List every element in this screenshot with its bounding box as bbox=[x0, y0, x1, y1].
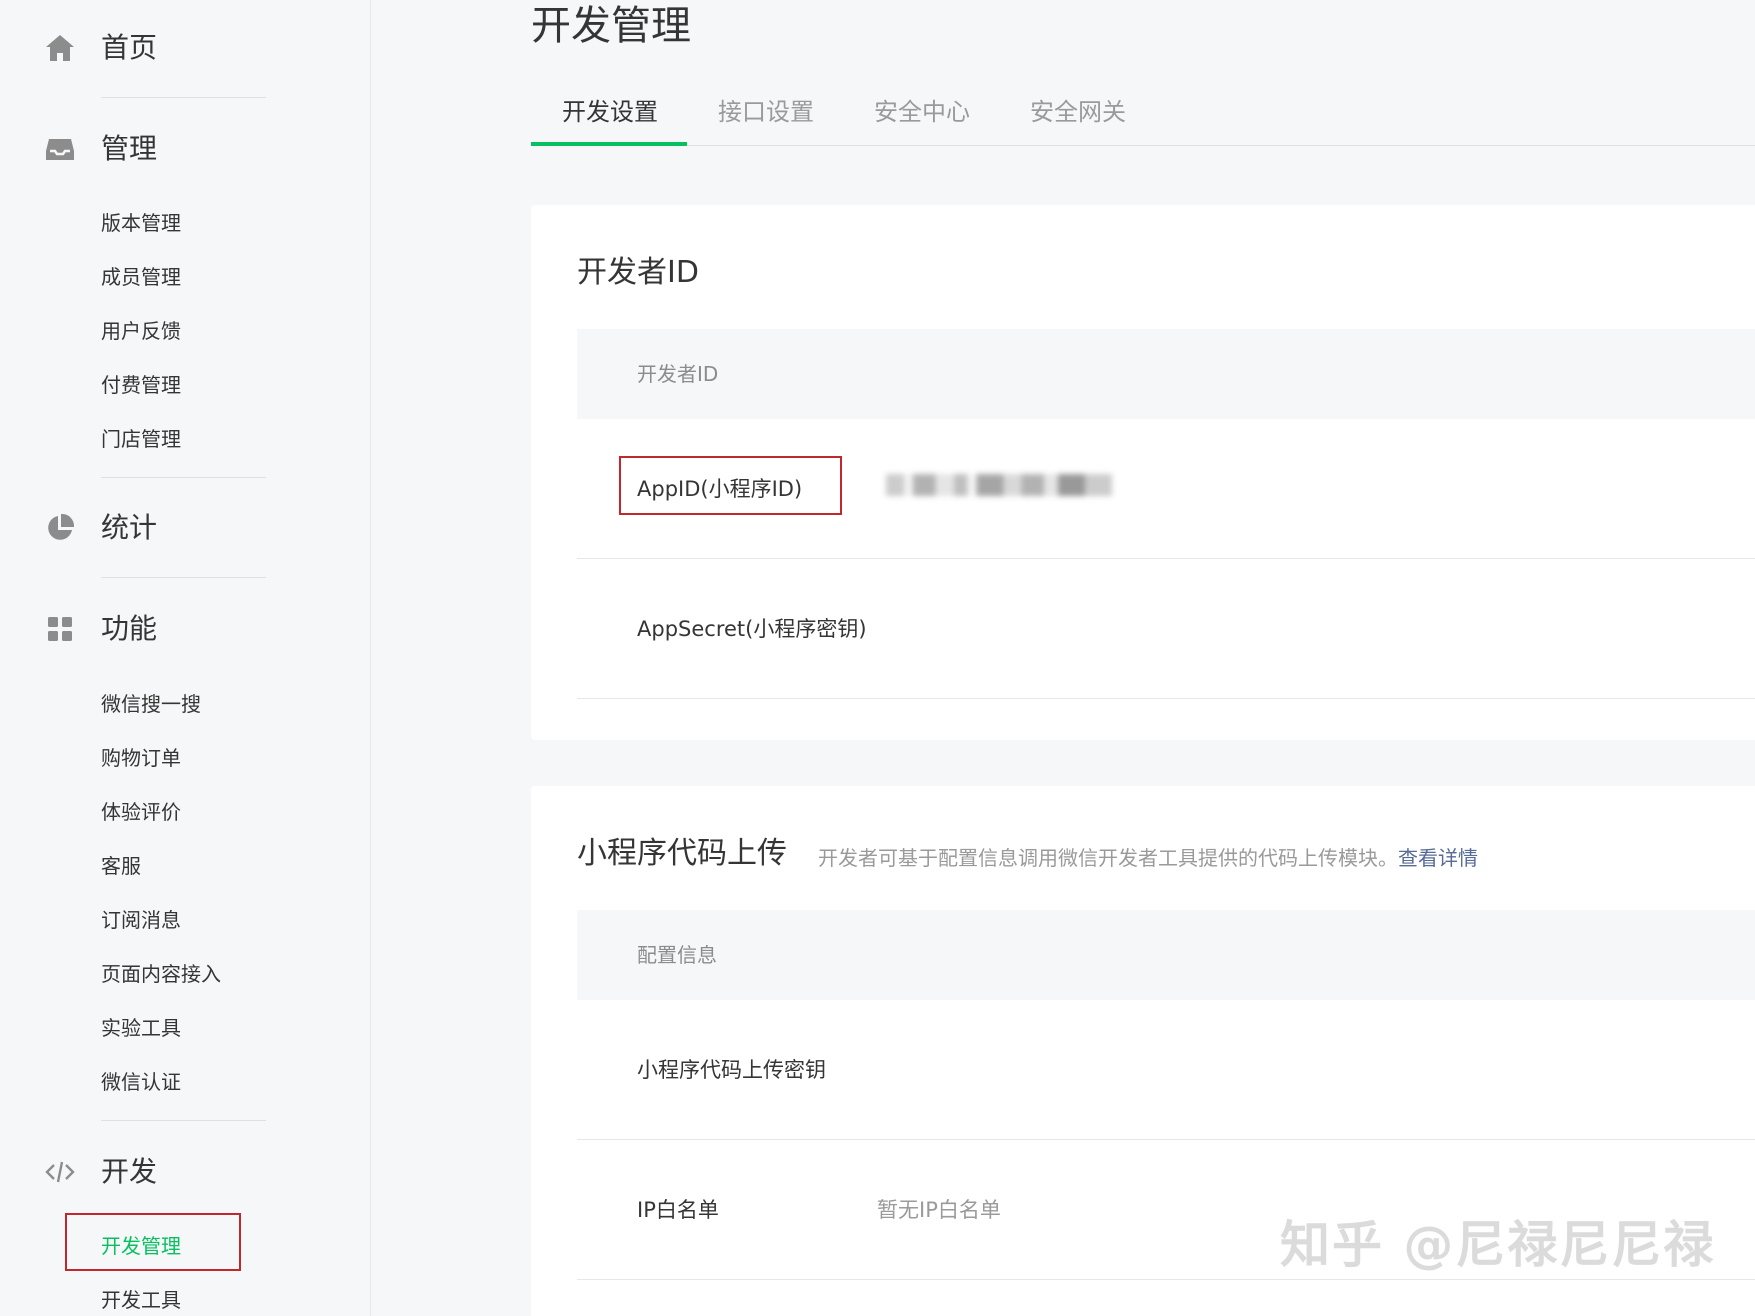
sidebar-item-reviews[interactable]: 体验评价 bbox=[101, 792, 321, 832]
developer-id-table-header: 开发者ID bbox=[577, 329, 1755, 419]
tab-dev-settings[interactable]: 开发设置 bbox=[562, 92, 658, 146]
developer-id-card-title: 开发者ID bbox=[577, 255, 699, 290]
appsecret-label: AppSecret(小程序密钥) bbox=[637, 617, 867, 641]
ip-whitelist-label: IP白名单 bbox=[637, 1198, 719, 1222]
sidebar-dev-label: 开发 bbox=[101, 1155, 158, 1188]
sidebar-item-members[interactable]: 成员管理 bbox=[101, 257, 321, 297]
sidebar-item-payment[interactable]: 付费管理 bbox=[101, 365, 321, 405]
sidebar-item-version[interactable]: 版本管理 bbox=[101, 203, 321, 243]
code-upload-desc: 开发者可基于配置信息调用微信开发者工具提供的代码上传模块。查看详情 bbox=[818, 844, 1478, 872]
tab-bar: 开发设置 接口设置 安全中心 安全网关 bbox=[531, 92, 1755, 146]
sidebar-item-stores[interactable]: 门店管理 bbox=[101, 419, 321, 459]
inbox-icon bbox=[44, 133, 76, 165]
sidebar-item-feedback[interactable]: 用户反馈 bbox=[101, 311, 321, 351]
pie-chart-icon bbox=[44, 512, 76, 544]
sidebar-features[interactable]: 功能 bbox=[0, 599, 371, 659]
code-upload-desc-text: 开发者可基于配置信息调用微信开发者工具提供的代码上传模块。 bbox=[818, 846, 1398, 870]
tab-security-center[interactable]: 安全中心 bbox=[874, 92, 970, 146]
sidebar-divider bbox=[101, 1120, 266, 1121]
appid-value-redacted bbox=[886, 474, 1112, 496]
config-table-header: 配置信息 bbox=[577, 910, 1755, 1000]
ip-whitelist-value: 暂无IP白名单 bbox=[877, 1198, 1001, 1222]
code-icon bbox=[44, 1156, 76, 1188]
sidebar-dev[interactable]: 开发 bbox=[0, 1142, 371, 1202]
tab-api-settings[interactable]: 接口设置 bbox=[718, 92, 814, 146]
sidebar-item-customer-service[interactable]: 客服 bbox=[101, 846, 321, 886]
table-row-appsecret: AppSecret(小程序密钥) bbox=[577, 559, 1755, 699]
sidebar-stats-label: 统计 bbox=[101, 511, 158, 544]
app-root: 首页 管理 版本管理 成员管理 用户反馈 付费管理 门店管理 统计 功能 微信搜… bbox=[0, 0, 1755, 1316]
tab-security-gateway[interactable]: 安全网关 bbox=[1030, 92, 1126, 146]
sidebar-item-dev-manage[interactable]: 开发管理 bbox=[101, 1226, 321, 1266]
upload-key-label: 小程序代码上传密钥 bbox=[637, 1058, 826, 1082]
grid-icon bbox=[44, 613, 76, 645]
sidebar-item-dev-tools[interactable]: 开发工具 bbox=[101, 1280, 321, 1316]
developer-id-card: 开发者ID 开发者ID AppID(小程序ID) AppSecret(小程序密钥… bbox=[531, 205, 1755, 740]
sidebar-item-orders[interactable]: 购物订单 bbox=[101, 738, 321, 778]
sidebar-item-verification[interactable]: 微信认证 bbox=[101, 1062, 321, 1102]
sidebar-home[interactable]: 首页 bbox=[0, 18, 371, 78]
sidebar-item-page-content[interactable]: 页面内容接入 bbox=[101, 954, 321, 994]
home-icon bbox=[44, 32, 76, 64]
sidebar-item-subscription[interactable]: 订阅消息 bbox=[101, 900, 321, 940]
tab-active-indicator bbox=[531, 142, 687, 146]
watermark: 知乎 @尼禄尼尼禄 bbox=[1280, 1216, 1716, 1274]
view-details-link[interactable]: 查看详情 bbox=[1398, 846, 1478, 870]
page-title: 开发管理 bbox=[531, 3, 691, 49]
sidebar-manage-label: 管理 bbox=[101, 132, 158, 165]
table-row-upload-key: 小程序代码上传密钥 bbox=[577, 1000, 1755, 1140]
appid-label: AppID(小程序ID) bbox=[637, 477, 803, 501]
sidebar-divider bbox=[101, 97, 266, 98]
table-row-appid: AppID(小程序ID) bbox=[577, 419, 1755, 559]
sidebar-manage[interactable]: 管理 bbox=[0, 119, 371, 179]
sidebar-stats[interactable]: 统计 bbox=[0, 498, 371, 558]
sidebar-features-label: 功能 bbox=[101, 612, 158, 645]
code-upload-card-title: 小程序代码上传 bbox=[577, 836, 787, 871]
sidebar-divider bbox=[101, 477, 266, 478]
sidebar-item-search[interactable]: 微信搜一搜 bbox=[101, 684, 321, 724]
sidebar-home-label: 首页 bbox=[101, 31, 158, 64]
sidebar-item-experiment[interactable]: 实验工具 bbox=[101, 1008, 321, 1048]
sidebar-divider bbox=[101, 577, 266, 578]
sidebar: 首页 管理 版本管理 成员管理 用户反馈 付费管理 门店管理 统计 功能 微信搜… bbox=[0, 0, 371, 1316]
